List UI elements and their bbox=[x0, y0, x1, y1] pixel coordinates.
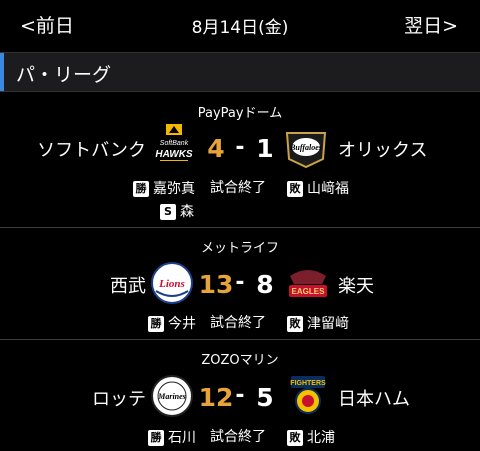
winning-pitcher-name: 石川 bbox=[168, 430, 196, 446]
away-score: 5 bbox=[256, 383, 274, 412]
losing-pitcher-name: 津留﨑 bbox=[307, 316, 349, 332]
date-nav-bar: <前日 8月14日(金) 翌日> bbox=[0, 0, 480, 50]
league-name: パ・リーグ bbox=[16, 64, 112, 86]
svg-text:EAGLES: EAGLES bbox=[292, 287, 326, 296]
venue-name: ZOZOマリン bbox=[201, 353, 279, 368]
win-badge: 勝 bbox=[148, 316, 164, 332]
lose-badge: 敗 bbox=[287, 316, 303, 332]
win-badge: 勝 bbox=[133, 181, 149, 197]
game-card[interactable]: PayPayドーム ソフトバンク SoftBank HAWKS 4 - 1 Bu… bbox=[0, 93, 480, 226]
win-badge: 勝 bbox=[148, 430, 164, 446]
game-status: 試合終了 bbox=[210, 429, 266, 445]
eagles-logo-icon: EAGLES bbox=[289, 270, 327, 297]
league-accent-bar bbox=[0, 53, 4, 91]
winning-pitcher: 勝嘉弥真 bbox=[133, 178, 195, 198]
losing-pitcher: 敗山﨑福 bbox=[287, 178, 349, 198]
losing-pitcher-name: 山﨑福 bbox=[307, 181, 349, 197]
winning-pitcher-name: 今井 bbox=[168, 316, 196, 332]
svg-text:Buffaloes: Buffaloes bbox=[289, 143, 322, 152]
venue-name: PayPayドーム bbox=[197, 106, 283, 121]
svg-text:Lions: Lions bbox=[158, 278, 185, 290]
lose-badge: 敗 bbox=[287, 430, 303, 446]
away-score: 8 bbox=[256, 270, 274, 299]
losing-pitcher: 敗津留﨑 bbox=[287, 313, 349, 333]
winning-pitcher: 勝今井 bbox=[148, 313, 196, 333]
marines-logo-icon: Marines bbox=[151, 375, 193, 417]
game-card[interactable]: ZOZOマリン ロッテ Marines 12 - 5 FIGHTERS 日本ハム… bbox=[0, 340, 480, 451]
away-team-name: 楽天 bbox=[338, 276, 374, 297]
home-team-name: ロッテ bbox=[92, 389, 146, 410]
lose-badge: 敗 bbox=[287, 181, 303, 197]
losing-pitcher: 敗北浦 bbox=[287, 427, 335, 447]
svg-text:Marines: Marines bbox=[157, 392, 186, 401]
winning-pitcher: 勝石川 bbox=[148, 427, 196, 447]
venue-name: メットライフ bbox=[200, 241, 279, 256]
fighters-logo-icon: FIGHTERS bbox=[290, 376, 326, 414]
svg-text:FIGHTERS: FIGHTERS bbox=[290, 380, 326, 387]
away-team-name: オリックス bbox=[338, 140, 428, 161]
winning-pitcher-name: 嘉弥真 bbox=[153, 181, 195, 197]
lions-logo-icon: Lions bbox=[151, 262, 193, 304]
save-pitcher-name: 森 bbox=[180, 204, 194, 220]
game-status: 試合終了 bbox=[210, 315, 266, 331]
home-team-name: ソフトバンク bbox=[37, 140, 146, 161]
next-day-button[interactable]: 翌日> bbox=[404, 11, 458, 38]
game-card[interactable]: メットライフ 西武 Lions 13 - 8 EAGLES 楽天 勝今井 試合終… bbox=[0, 228, 480, 338]
game-status: 試合終了 bbox=[210, 180, 266, 196]
losing-pitcher-name: 北浦 bbox=[307, 430, 335, 446]
home-team-name: 西武 bbox=[110, 276, 146, 297]
svg-text:HAWKS: HAWKS bbox=[155, 149, 193, 160]
svg-text:SoftBank: SoftBank bbox=[160, 140, 189, 147]
away-score: 1 bbox=[256, 134, 274, 163]
hawks-logo-icon: SoftBank HAWKS bbox=[155, 124, 193, 161]
save-pitcher: S森 bbox=[160, 201, 194, 221]
save-badge: S bbox=[160, 204, 176, 220]
buffaloes-logo-icon: Buffaloes bbox=[285, 132, 327, 169]
league-header: パ・リーグ bbox=[0, 52, 480, 92]
away-team-name: 日本ハム bbox=[338, 389, 410, 410]
